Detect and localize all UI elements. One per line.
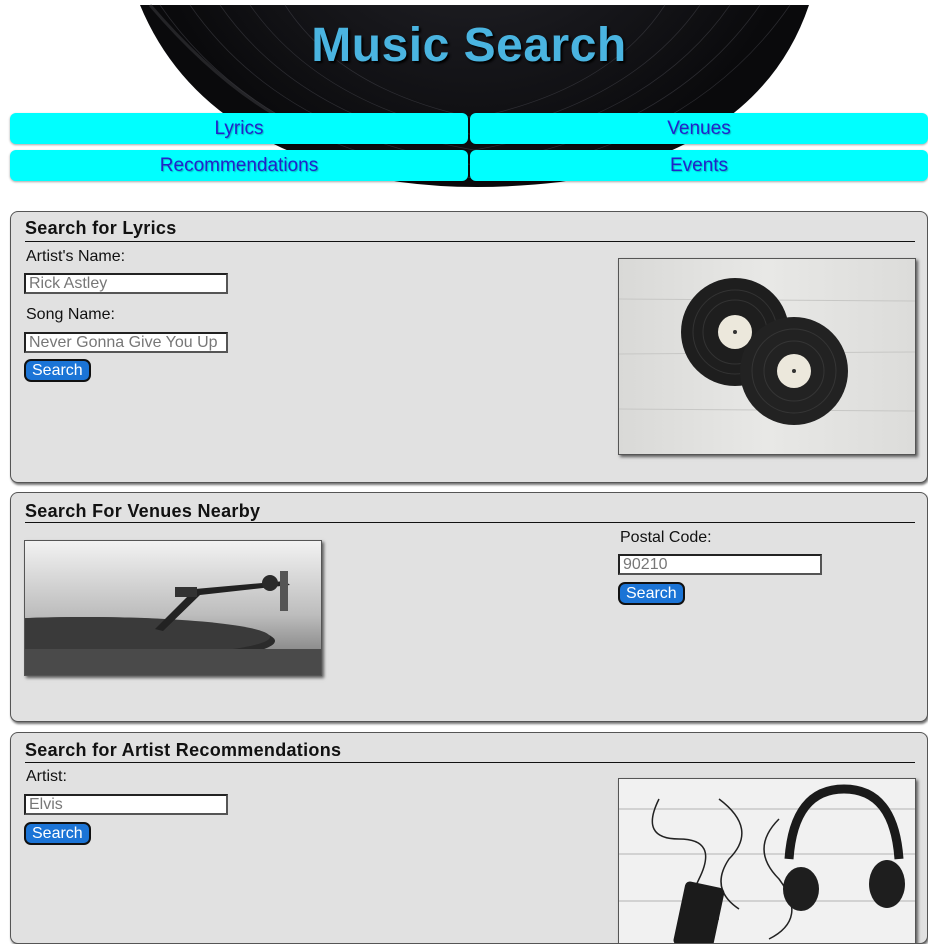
postal-code-label: Postal Code: [620,529,712,546]
lyrics-search-button[interactable]: Search [24,359,91,382]
page-title: Music Search [311,19,627,72]
divider [25,522,915,523]
nav-recommendations-button[interactable]: Recommendations [10,150,468,181]
venues-section: Search For Venues Nearby Postal Code: Se… [10,492,928,722]
nav-venues-button[interactable]: Venues [470,113,928,144]
lyrics-section-title: Search for Lyrics [25,218,177,238]
divider [25,762,915,763]
artist-name-label: Artist's Name: [26,248,126,265]
lyrics-section: Search for Lyrics Artist's Name: Song Na… [10,211,928,483]
divider [25,241,915,242]
recommendations-search-button[interactable]: Search [24,822,91,845]
song-name-input[interactable] [24,332,228,353]
venues-section-title: Search For Venues Nearby [25,501,261,521]
turntable-image [24,540,322,676]
venues-search-button[interactable]: Search [618,582,685,605]
vinyl-records-image [618,258,916,455]
postal-code-input[interactable] [618,554,822,575]
recommendations-section-title: Search for Artist Recommendations [25,740,342,760]
recommendations-section: Search for Artist Recommendations Artist… [10,732,928,944]
header: Music Search Lyrics Venues Recommendatio… [0,0,928,195]
recommendation-artist-input[interactable] [24,794,228,815]
nav-events-button[interactable]: Events [470,150,928,181]
artist-label: Artist: [26,768,67,785]
headphones-image [618,778,916,943]
nav-lyrics-button[interactable]: Lyrics [10,113,468,144]
song-name-label: Song Name: [26,306,115,323]
artist-name-input[interactable] [24,273,228,294]
